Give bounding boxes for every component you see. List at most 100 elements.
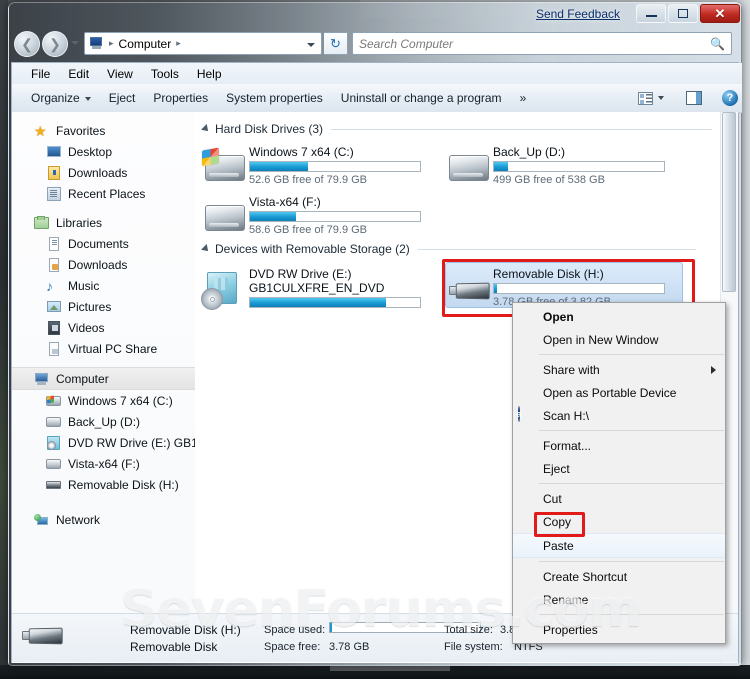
toolbar-eject[interactable]: Eject (100, 88, 145, 108)
sidebar-label-drive-f: Vista-x64 (F:) (68, 456, 140, 471)
drive-tile-windows7-c[interactable]: Windows 7 x64 (C:) 52.6 GB free of 79.9 … (201, 140, 439, 186)
menu-bar: File Edit View Tools Help (12, 63, 742, 85)
breadcrumb-computer[interactable]: Computer (117, 37, 174, 51)
sidebar-item-recent-places[interactable]: Recent Places (12, 183, 195, 204)
sidebar-item-downloads[interactable]: Downloads (12, 162, 195, 183)
breadcrumb-separator-icon: ▸ (109, 38, 114, 48)
context-menu-item-paste[interactable]: Paste (513, 533, 725, 558)
details-total-size-label: Total size: (444, 624, 493, 636)
preview-pane-icon (686, 91, 702, 105)
sidebar-item-favorites[interactable]: ★ Favorites (12, 120, 195, 141)
usb-drive-icon (46, 477, 62, 493)
toolbar-properties[interactable]: Properties (144, 88, 217, 108)
sidebar-label-recent-places: Recent Places (68, 186, 146, 201)
maximize-button[interactable] (668, 4, 698, 23)
sidebar-label-downloads: Downloads (68, 165, 128, 180)
refresh-button[interactable]: ↻ (324, 32, 348, 55)
toolbar-organize[interactable]: Organize (22, 88, 100, 108)
desktop-left-edge (0, 0, 8, 679)
sidebar-item-drive-d[interactable]: Back_Up (D:) (12, 411, 195, 432)
sidebar-item-drive-f[interactable]: Vista-x64 (F:) (12, 453, 195, 474)
views-chevron-down-icon (658, 96, 664, 100)
address-history-dropdown-icon[interactable] (307, 43, 315, 47)
context-menu-item-open-new-window[interactable]: Open in New Window (513, 328, 725, 351)
drive-tile-dvd-e[interactable]: DVD RW Drive (E:) GB1CULXFRE_EN_DVD (201, 262, 439, 310)
sidebar-item-libraries[interactable]: Libraries (12, 212, 195, 233)
menu-tools[interactable]: Tools (142, 65, 188, 83)
context-menu-item-eject[interactable]: Eject (513, 457, 725, 480)
search-box[interactable]: Search Computer 🔍 (352, 32, 732, 55)
menu-help[interactable]: Help (188, 65, 231, 83)
capacity-bar-c (249, 161, 421, 172)
computer-node-icon (34, 371, 50, 387)
sidebar-item-drive-c[interactable]: Windows 7 x64 (C:) (12, 390, 195, 411)
recent-places-icon (46, 186, 62, 202)
context-menu-item-rename[interactable]: Rename (513, 588, 725, 611)
drive-tile-backup-d[interactable]: Back_Up (D:) 499 GB free of 538 GB (445, 140, 683, 186)
sidebar-label-network: Network (56, 512, 101, 527)
preview-pane-button[interactable] (686, 84, 702, 112)
virtual-pc-share-icon (46, 341, 62, 357)
hard-drive-icon-2 (46, 456, 62, 472)
context-menu-item-open[interactable]: Open (513, 305, 725, 328)
sidebar-item-videos[interactable]: Videos (12, 317, 195, 338)
group-header-removable-storage[interactable]: Devices with Removable Storage (2) (201, 240, 706, 258)
sidebar-label-libraries: Libraries (56, 215, 103, 230)
sidebar-item-documents[interactable]: Documents (12, 233, 195, 254)
toolbar-overflow-chevron[interactable]: » (511, 88, 536, 108)
documents-icon (46, 236, 62, 252)
sidebar-item-virtual-pc-share[interactable]: Virtual PC Share (12, 338, 195, 359)
toolbar-system-properties[interactable]: System properties (217, 88, 332, 108)
menu-view[interactable]: View (98, 65, 142, 83)
scrollbar-thumb[interactable] (722, 112, 736, 292)
refresh-icon: ↻ (330, 35, 341, 51)
sidebar-item-computer[interactable]: Computer (12, 367, 195, 390)
address-bar[interactable]: ▸ Computer ▸ (84, 32, 322, 55)
sidebar-item-music[interactable]: ♪ Music (12, 275, 195, 296)
sidebar-label-documents: Documents (68, 236, 129, 251)
menu-file[interactable]: File (22, 65, 59, 83)
drive-name-f: Vista-x64 (F:) (249, 195, 321, 209)
drive-tile-vista-f[interactable]: Vista-x64 (F:) 58.6 GB free of 79.9 GB (201, 190, 439, 236)
sidebar-item-drive-e[interactable]: DVD RW Drive (E:) GB1CU (12, 432, 195, 453)
drive-name-h: Removable Disk (H:) (493, 267, 604, 281)
context-menu-item-open-portable-device[interactable]: Open as Portable Device (513, 381, 725, 404)
send-feedback-link[interactable]: Send Feedback (536, 7, 620, 21)
drive-volume-e: GB1CULXFRE_EN_DVD (249, 281, 385, 295)
toolbar-uninstall-program[interactable]: Uninstall or change a program (332, 88, 511, 108)
sidebar-item-downloads-library[interactable]: Downloads (12, 254, 195, 275)
context-menu-item-share-with[interactable]: Share with (513, 358, 725, 381)
group-header-hard-disk-drives[interactable]: Hard Disk Drives (3) (201, 120, 722, 138)
sidebar-item-drive-h[interactable]: Removable Disk (H:) (12, 474, 195, 495)
recent-pages-dropdown-icon[interactable] (71, 41, 79, 45)
forward-button[interactable]: ❯ (42, 31, 68, 57)
search-input-placeholder[interactable]: Search Computer (359, 37, 710, 51)
breadcrumb-separator-icon-2[interactable]: ▸ (173, 38, 184, 49)
collapse-triangle-icon[interactable] (201, 124, 211, 134)
menu-edit[interactable]: Edit (59, 65, 98, 83)
sidebar-label-drive-h: Removable Disk (H:) (68, 477, 179, 492)
context-menu-item-properties[interactable]: Properties (513, 618, 725, 641)
navigation-pane[interactable]: ★ Favorites Desktop Downloads Recent Pla… (12, 112, 196, 663)
forward-arrow-icon: ❯ (49, 35, 61, 52)
collapse-triangle-icon-2[interactable] (201, 244, 211, 254)
back-button[interactable]: ❮ (14, 31, 40, 57)
minimize-button[interactable] (636, 4, 666, 23)
help-button[interactable]: ? (722, 84, 738, 112)
close-button[interactable]: ✕ (700, 4, 740, 23)
context-menu-item-cut[interactable]: Cut (513, 487, 725, 510)
navpane-group-favorites: ★ Favorites Desktop Downloads Recent Pla… (12, 120, 195, 204)
context-menu-item-format[interactable]: Format... (513, 434, 725, 457)
submenu-arrow-icon (711, 366, 716, 374)
context-menu-item-create-shortcut[interactable]: Create Shortcut (513, 565, 725, 588)
details-space-free-value: 3.78 GB (329, 641, 370, 653)
context-menu[interactable]: Open Open in New Window Share with Open … (512, 302, 726, 644)
change-view-button[interactable] (638, 84, 664, 112)
back-arrow-icon: ❮ (21, 35, 33, 52)
sidebar-item-pictures[interactable]: Pictures (12, 296, 195, 317)
context-menu-item-scan[interactable]: Scan H:\ (513, 404, 725, 427)
context-menu-item-copy[interactable]: Copy (513, 510, 725, 533)
sidebar-item-network[interactable]: Network (12, 509, 195, 530)
capacity-bar-d (493, 161, 665, 172)
sidebar-item-desktop[interactable]: Desktop (12, 141, 195, 162)
